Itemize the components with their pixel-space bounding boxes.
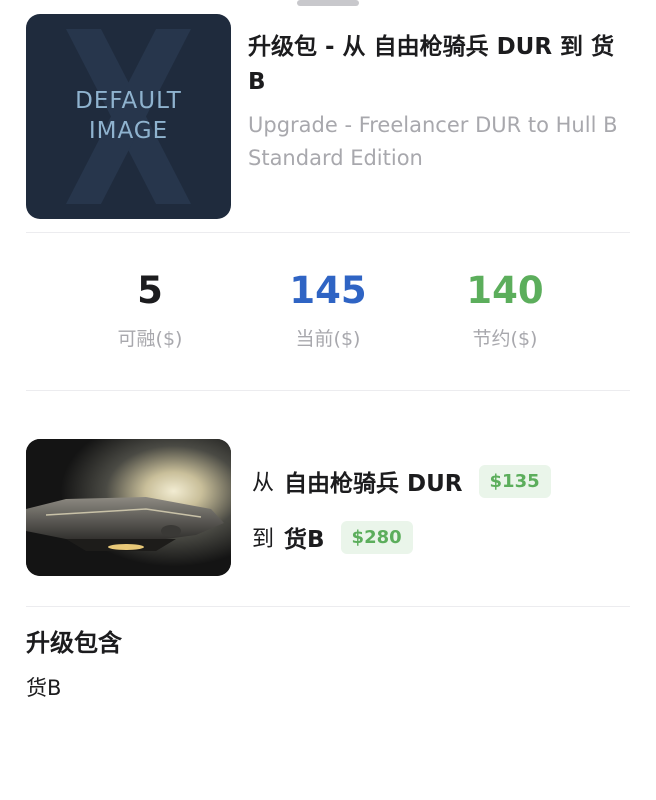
to-prefix: 到 bbox=[252, 527, 275, 552]
product-subtitle: Upgrade - Freelancer DUR to Hull B Stand… bbox=[248, 113, 618, 170]
stat-savings-value: 140 bbox=[466, 269, 544, 312]
upgrade-to-row: 到 货B $280 bbox=[252, 519, 413, 555]
includes-item: 货B bbox=[26, 676, 62, 700]
stat-current-label: 当前($) bbox=[295, 328, 361, 350]
from-prefix: 从 bbox=[252, 471, 275, 496]
stat-meltable: 5 可融($) bbox=[62, 268, 238, 353]
sheet-drag-handle[interactable] bbox=[297, 0, 359, 6]
product-thumbnail: DEFAULT IMAGE bbox=[26, 14, 231, 219]
from-ship-name: 自由枪骑兵 DUR bbox=[284, 471, 463, 497]
upgrade-from-row: 从 自由枪骑兵 DUR $135 bbox=[252, 463, 551, 499]
stat-meltable-label: 可融($) bbox=[117, 328, 183, 350]
includes-title: 升级包含 bbox=[26, 629, 122, 657]
to-ship-name: 货B bbox=[284, 527, 325, 553]
stat-current: 145 当前($) bbox=[240, 268, 416, 353]
thumbnail-label-line1: DEFAULT bbox=[75, 88, 182, 114]
stat-savings-label: 节约($) bbox=[472, 328, 538, 350]
product-header: DEFAULT IMAGE 升级包 - 从 自由枪骑兵 DUR 到 货B Upg… bbox=[26, 14, 630, 219]
stat-meltable-value: 5 bbox=[137, 269, 163, 312]
divider bbox=[26, 232, 630, 233]
default-image-x-watermark bbox=[66, 29, 191, 204]
thumbnail-label-line2: IMAGE bbox=[88, 118, 169, 144]
to-price-badge: $280 bbox=[340, 520, 413, 554]
divider bbox=[26, 606, 630, 607]
product-title: 升级包 - 从 自由枪骑兵 DUR 到 货B bbox=[248, 34, 615, 95]
stat-current-value: 145 bbox=[289, 269, 367, 312]
divider bbox=[26, 390, 630, 391]
stat-savings: 140 节约($) bbox=[417, 268, 593, 353]
from-price-badge: $135 bbox=[478, 464, 551, 498]
ship-image bbox=[26, 439, 231, 576]
